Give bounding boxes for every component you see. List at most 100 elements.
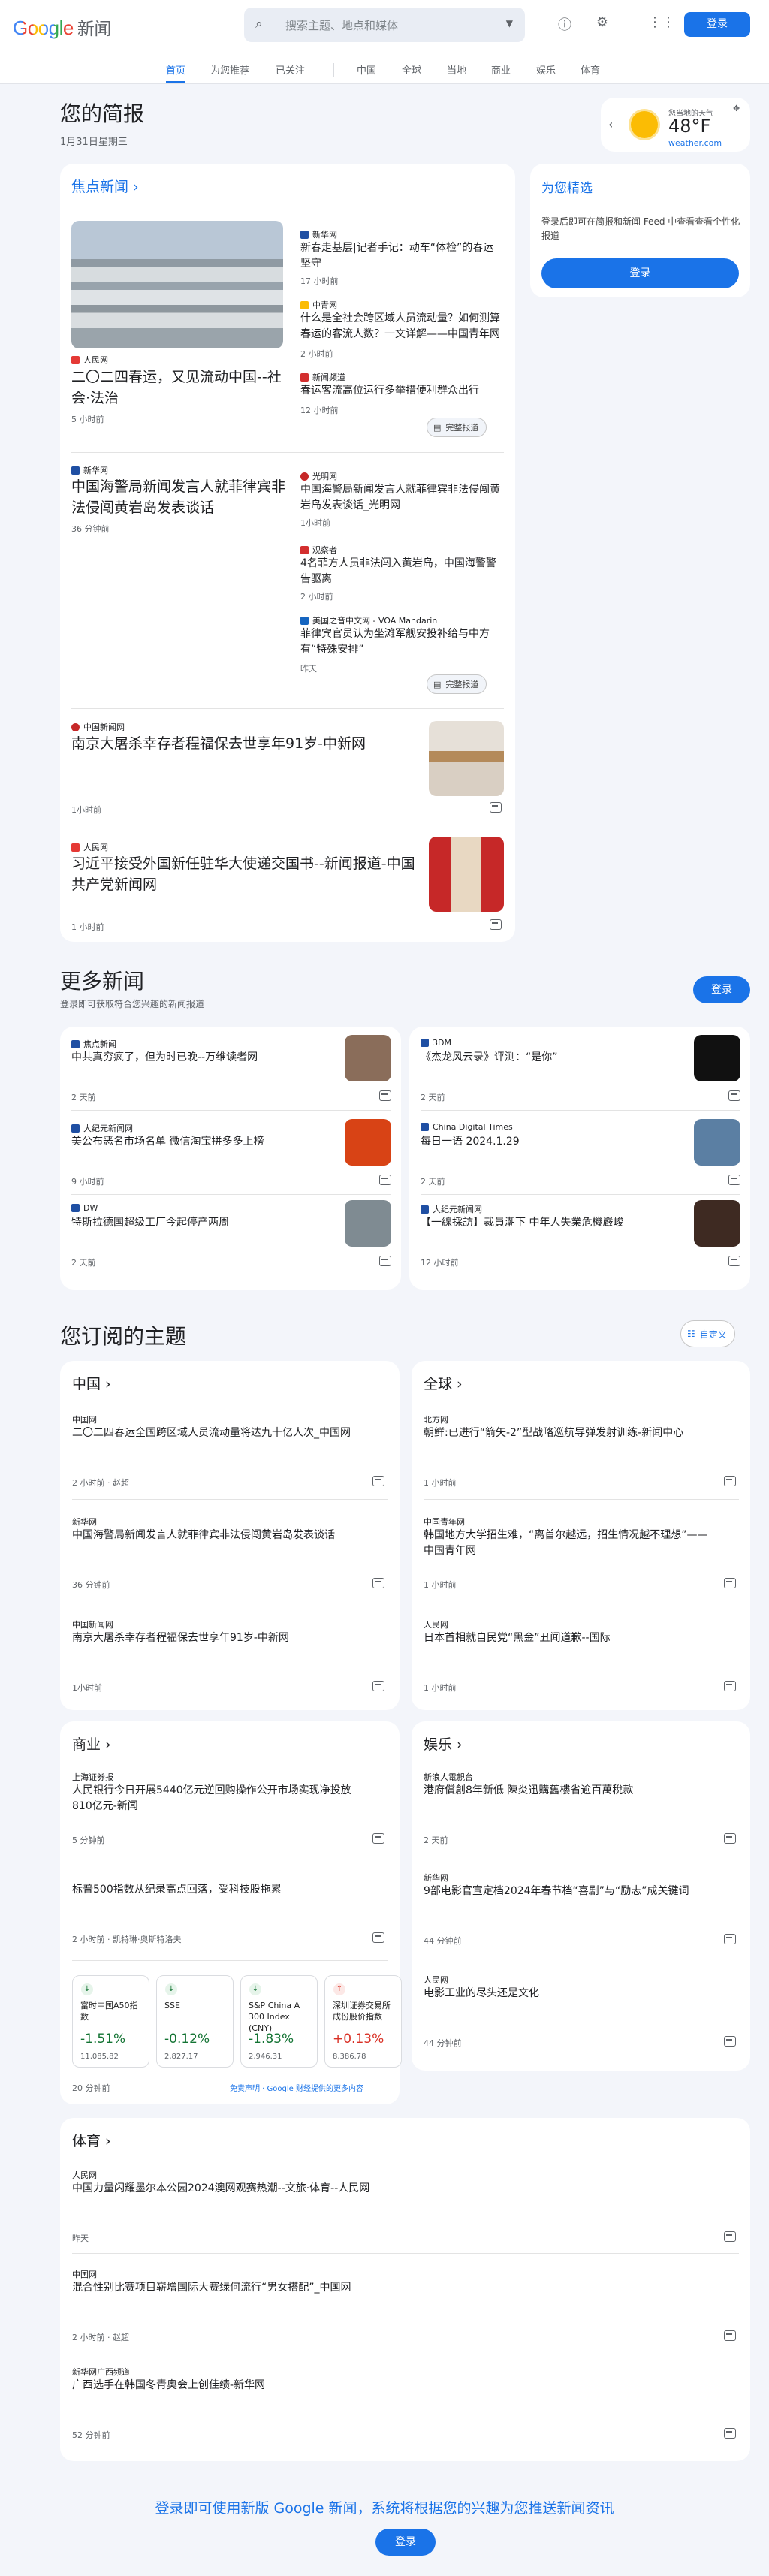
full-coverage-icon[interactable] bbox=[372, 1833, 384, 1844]
story-title[interactable]: 人民银行今日开展5440亿元逆回购操作公开市场实现净投放810亿元-新闻 bbox=[72, 1783, 357, 1814]
story-title[interactable]: 【一線採訪】裁員潮下 中年人失業危機嚴峻 bbox=[421, 1215, 646, 1231]
full-coverage-icon[interactable] bbox=[372, 1681, 384, 1691]
full-coverage-icon[interactable] bbox=[728, 1256, 740, 1266]
tab-for-you[interactable]: 为您推荐 bbox=[210, 62, 249, 83]
story-title[interactable]: 朝鲜:已进行“箭矢-2”型战略巡航导弹发射训练-新闻中心 bbox=[424, 1425, 709, 1441]
story-thumbnail[interactable] bbox=[345, 1035, 391, 1081]
story-title[interactable]: 韩国地方大学招生难，“离首尔越远，招生情况越不理想”——中国青年网 bbox=[424, 1528, 709, 1559]
related-title[interactable]: 4名菲方人员非法闯入黄岩岛，中国海警警告驱离 bbox=[300, 556, 503, 587]
chevron-left-icon[interactable]: ‹ bbox=[608, 117, 613, 131]
market-tile[interactable]: ↓ 富时中国A50指数 -1.51% 11,085.82 bbox=[72, 1975, 149, 2068]
tab-entertainment[interactable]: 娱乐 bbox=[536, 62, 556, 83]
story-title[interactable]: 每日一语 2024.1.29 bbox=[421, 1134, 646, 1150]
related-title[interactable]: 什么是全社会跨区域人员流动量？如何测算春运的客流人数？一文详解——中国青年网 bbox=[300, 311, 503, 342]
sign-in-button[interactable]: 登录 bbox=[684, 12, 750, 37]
story-thumbnail[interactable] bbox=[345, 1200, 391, 1247]
tab-local[interactable]: 当地 bbox=[447, 62, 466, 83]
tab-home[interactable]: 首页 bbox=[166, 62, 186, 83]
chevron-down-icon[interactable]: ▼ bbox=[506, 18, 513, 29]
full-coverage-icon[interactable] bbox=[728, 1090, 740, 1101]
apps-icon[interactable]: ⋮⋮ bbox=[648, 14, 675, 30]
story-title[interactable]: 日本首相就自民党“黑金”丑闻道歉--国际 bbox=[424, 1630, 709, 1646]
full-coverage-icon[interactable] bbox=[724, 2231, 736, 2242]
search-input[interactable]: 搜索主题、地点和媒体 bbox=[285, 17, 398, 33]
full-coverage-icon[interactable] bbox=[490, 802, 502, 813]
full-coverage-icon[interactable] bbox=[379, 1090, 391, 1101]
story-headline[interactable]: 南京大屠杀幸存者程福保去世享年91岁-中新网 bbox=[71, 733, 417, 754]
story-title[interactable]: 9部电影官宣定档2024年春节档“喜剧”与“励志”成关键词 bbox=[424, 1884, 709, 1899]
world-topic-link[interactable]: 全球 › bbox=[424, 1373, 463, 1393]
related-title[interactable]: 春运客流高位运行多举措便利群众出行 bbox=[300, 383, 503, 399]
customize-button[interactable]: ☷ 自定义 bbox=[680, 1320, 735, 1347]
full-coverage-button[interactable]: ▤ 完整报道 bbox=[427, 674, 487, 694]
full-coverage-icon[interactable] bbox=[724, 1476, 736, 1486]
full-coverage-icon[interactable] bbox=[724, 2428, 736, 2439]
story-title[interactable]: 南京大屠杀幸存者程福保去世享年91岁-中新网 bbox=[72, 1630, 357, 1646]
full-coverage-icon[interactable] bbox=[724, 1934, 736, 1944]
story-title[interactable]: 标普500指数从纪录高点回落，受科技股拖累 bbox=[72, 1882, 357, 1898]
story-title[interactable]: 广西选手在韩国冬青奥会上创佳绩-新华网 bbox=[72, 2378, 709, 2394]
trains-photo[interactable] bbox=[71, 221, 283, 348]
search-box[interactable]: ⌕ 搜索主题、地点和媒体 ▼ bbox=[244, 8, 525, 42]
more-icon[interactable]: ✥ bbox=[733, 104, 740, 113]
tab-sports[interactable]: 体育 bbox=[581, 62, 600, 83]
related-title[interactable]: 新春走基层|记者手记：动车“体检”的春运坚守 bbox=[300, 240, 503, 272]
search-icon[interactable]: ⌕ bbox=[255, 17, 263, 32]
full-coverage-icon[interactable] bbox=[379, 1256, 391, 1266]
market-tile[interactable]: ↓ S&P China A 300 Index (CNY) -1.83% 2,946.… bbox=[240, 1975, 318, 2068]
market-tile[interactable]: ↑ 深圳证券交易所成份股价指数 +0.13% 8,386.78 bbox=[324, 1975, 402, 2068]
full-coverage-icon[interactable] bbox=[490, 919, 502, 930]
sports-topic-link[interactable]: 体育 › bbox=[72, 2130, 111, 2150]
story-title[interactable]: 特斯拉德国超级工厂今起停产两周 bbox=[71, 1215, 297, 1231]
tab-china[interactable]: 中国 bbox=[357, 62, 376, 83]
full-coverage-button[interactable]: ▤ 完整报道 bbox=[427, 418, 487, 437]
story-title[interactable]: 中国力量闪耀墨尔本公园2024澳网观赛热潮--文旅·体育--人民网 bbox=[72, 2181, 709, 2197]
story-title[interactable]: 二〇二四春运全国跨区域人员流动量将达九十亿人次_中国网 bbox=[72, 1425, 357, 1441]
full-coverage-icon[interactable] bbox=[372, 1932, 384, 1943]
full-coverage-icon[interactable] bbox=[372, 1578, 384, 1588]
story-thumbnail[interactable] bbox=[694, 1035, 740, 1081]
full-coverage-icon[interactable] bbox=[724, 1578, 736, 1588]
story-title[interactable]: 中共真穷疯了，但为时已晚--万维读者网 bbox=[71, 1050, 297, 1066]
related-title[interactable]: 菲律宾官员认为坐滩军舰安投补给与中方有“特殊安排” bbox=[300, 626, 503, 658]
full-coverage-icon[interactable] bbox=[728, 1175, 740, 1185]
full-coverage-icon[interactable] bbox=[372, 1476, 384, 1486]
story-headline[interactable]: 中国海警局新闻发言人就菲律宾非法侵闯黄岩岛发表谈话 bbox=[71, 476, 285, 518]
business-topic-link[interactable]: 商业 › bbox=[72, 1733, 111, 1754]
story-headline[interactable]: 习近平接受外国新任驻华大使递交国书--新闻报道-中国共产党新闻网 bbox=[71, 853, 417, 895]
story-thumbnail[interactable] bbox=[694, 1200, 740, 1247]
full-coverage-icon[interactable] bbox=[724, 1833, 736, 1844]
for-you-sign-in-button[interactable]: 登录 bbox=[541, 258, 739, 288]
weather-source[interactable]: weather.com bbox=[668, 138, 722, 148]
full-coverage-icon[interactable] bbox=[724, 2036, 736, 2047]
story-title[interactable]: 《杰龙风云录》评测：“是你” bbox=[421, 1050, 646, 1066]
top-stories-link[interactable]: 焦点新闻 › bbox=[71, 176, 139, 196]
markets-disclaimer[interactable]: 免责声明 · Google 财经提供的更多内容 bbox=[230, 2082, 363, 2093]
tab-world[interactable]: 全球 bbox=[402, 62, 421, 83]
full-coverage-icon[interactable] bbox=[724, 2330, 736, 2341]
entertainment-topic-link[interactable]: 娱乐 › bbox=[424, 1733, 463, 1754]
story-title[interactable]: 电影工业的尽头还是文化 bbox=[424, 1986, 709, 2001]
related-title[interactable]: 中国海警局新闻发言人就菲律宾非法侵闯黄岩岛发表谈话_光明网 bbox=[300, 482, 503, 514]
story-thumbnail[interactable] bbox=[694, 1119, 740, 1166]
more-sign-in-button[interactable]: 登录 bbox=[693, 976, 750, 1003]
footer-sign-in-button[interactable]: 登录 bbox=[375, 2529, 436, 2556]
china-topic-link[interactable]: 中国 › bbox=[72, 1373, 111, 1393]
story-title[interactable]: 中国海警局新闻发言人就菲律宾非法侵闯黄岩岛发表谈话 bbox=[72, 1528, 357, 1543]
google-news-logo[interactable]: Google 新闻 bbox=[13, 14, 111, 40]
market-tile[interactable]: ↓ SSE -0.12% 2,827.17 bbox=[156, 1975, 234, 2068]
story-title[interactable]: 美公布恶名市场名单 微信淘宝拼多多上榜 bbox=[71, 1134, 297, 1150]
weather-widget[interactable]: ‹ 您当地的天气 48°F weather.com ✥ bbox=[601, 98, 750, 152]
story-headline[interactable]: 二〇二四春运，又见流动中国--社会·法治 bbox=[71, 366, 285, 409]
gear-icon[interactable]: ⚙ bbox=[594, 14, 611, 30]
tab-business[interactable]: 商业 bbox=[491, 62, 511, 83]
full-coverage-icon[interactable] bbox=[724, 1681, 736, 1691]
tab-following[interactable]: 已关注 bbox=[276, 62, 305, 83]
story-thumbnail[interactable] bbox=[345, 1119, 391, 1166]
meeting-photo[interactable] bbox=[429, 721, 504, 796]
story-title[interactable]: 混合性别比赛项目崭增国际大赛绿何流行“男女搭配”_中国网 bbox=[72, 2280, 709, 2296]
ceremony-photo[interactable] bbox=[429, 837, 504, 912]
help-icon[interactable]: ⓘ bbox=[556, 14, 573, 34]
full-coverage-icon[interactable] bbox=[379, 1175, 391, 1185]
story-title[interactable]: 港府償創8年新低 陳炎迅購舊樓省逾百萬稅款 bbox=[424, 1783, 709, 1799]
